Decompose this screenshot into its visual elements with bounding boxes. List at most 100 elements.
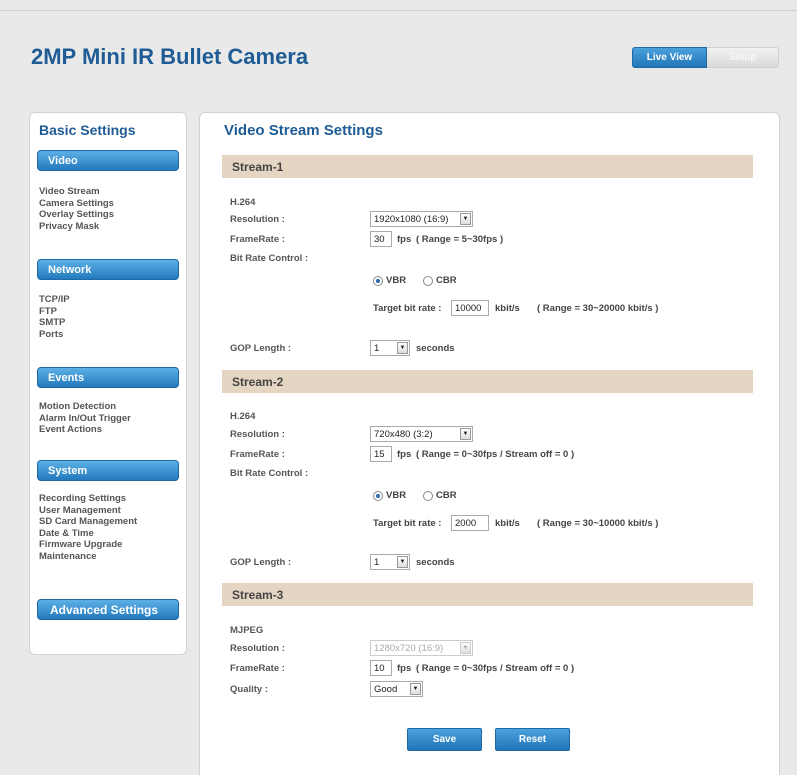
page-title: Video Stream Settings — [224, 122, 383, 139]
stream-3-framerate-input[interactable]: 10 — [370, 660, 392, 676]
nav-item-alarm-trigger[interactable]: Alarm In/Out Trigger — [39, 413, 131, 425]
save-button[interactable]: Save — [407, 728, 482, 751]
stream-2-kbits-unit: kbit/s — [495, 518, 520, 529]
stream-2-fps-range: ( Range = 0~30fps / Stream off = 0 ) — [416, 449, 575, 460]
radio-unselected-icon — [423, 490, 433, 501]
stream-2-resolution-select[interactable]: 720x480 (3:2) ▼ — [370, 426, 473, 442]
stream-3-quality-value: Good — [374, 683, 398, 695]
stream-2-cbr-label: CBR — [436, 490, 457, 501]
stream-1-gop-label: GOP Length : — [230, 343, 292, 354]
nav-item-overlay-settings[interactable]: Overlay Settings — [39, 209, 114, 221]
stream-3-framerate-label: FrameRate : — [230, 663, 285, 674]
stream-1-seconds-unit: seconds — [416, 343, 455, 354]
stream-2-gop-value: 1 — [374, 556, 380, 568]
stream-1-header: Stream-1 — [222, 155, 753, 178]
stream-3-quality-select[interactable]: Good ▼ — [370, 681, 423, 697]
nav-item-video-stream[interactable]: Video Stream — [39, 186, 114, 198]
sidebar: Basic Settings Video Video Stream Camera… — [29, 112, 187, 655]
video-section-button[interactable]: Video — [37, 150, 179, 171]
stream-1-codec: H.264 — [230, 197, 256, 208]
stream-1-resolution-label: Resolution : — [230, 214, 285, 225]
network-section-button[interactable]: Network — [37, 259, 179, 280]
stream-1-resolution-value: 1920x1080 (16:9) — [374, 213, 449, 225]
stream-1-fps-range: ( Range = 5~30fps ) — [416, 234, 504, 245]
stream-3-resolution-select[interactable]: 1280x720 (16:9) ▼ — [370, 640, 473, 656]
stream-3-resolution-label: Resolution : — [230, 643, 285, 654]
main-panel: Video Stream Settings Stream-1 H.264 Res… — [199, 112, 780, 775]
nav-item-event-actions[interactable]: Event Actions — [39, 424, 131, 436]
stream-2-framerate-input[interactable]: 15 — [370, 446, 392, 462]
stream-2-header: Stream-2 — [222, 370, 753, 393]
chevron-down-icon: ▼ — [460, 642, 471, 654]
nav-item-smtp[interactable]: SMTP — [39, 317, 70, 329]
stream-3-header: Stream-3 — [222, 583, 753, 606]
stream-1-framerate-label: FrameRate : — [230, 234, 285, 245]
radio-unselected-icon — [423, 275, 433, 286]
stream-1-target-bitrate-label: Target bit rate : — [373, 303, 442, 314]
setup-button[interactable]: Setup — [707, 47, 779, 68]
nav-item-recording-settings[interactable]: Recording Settings — [39, 493, 137, 505]
video-nav-list: Video Stream Camera Settings Overlay Set… — [39, 186, 114, 232]
stream-1-cbr-label: CBR — [436, 275, 457, 286]
reset-button[interactable]: Reset — [495, 728, 570, 751]
nav-item-ftp[interactable]: FTP — [39, 306, 70, 318]
chevron-down-icon: ▼ — [460, 213, 471, 225]
stream-2-bitrate-control-label: Bit Rate Control : — [230, 468, 309, 479]
nav-item-camera-settings[interactable]: Camera Settings — [39, 198, 114, 210]
stream-1-resolution-select[interactable]: 1920x1080 (16:9) ▼ — [370, 211, 473, 227]
stream-2-cbr-radio[interactable]: CBR — [423, 490, 457, 501]
nav-item-motion-detection[interactable]: Motion Detection — [39, 401, 131, 413]
app-title: 2MP Mini IR Bullet Camera — [31, 44, 309, 69]
stream-1-vbr-radio[interactable]: VBR — [373, 275, 406, 286]
nav-item-maintenance[interactable]: Maintenance — [39, 551, 137, 563]
stream-2-target-bitrate-input[interactable]: 2000 — [451, 515, 489, 531]
nav-item-ports[interactable]: Ports — [39, 329, 70, 341]
system-nav-list: Recording Settings User Management SD Ca… — [39, 493, 137, 562]
stream-1-cbr-radio[interactable]: CBR — [423, 275, 457, 286]
stream-2-target-bitrate-label: Target bit rate : — [373, 518, 442, 529]
stream-2-gop-label: GOP Length : — [230, 557, 292, 568]
events-section-button[interactable]: Events — [37, 367, 179, 388]
stream-2-framerate-label: FrameRate : — [230, 449, 285, 460]
chevron-down-icon: ▼ — [410, 683, 421, 695]
stream-3-fps-range: ( Range = 0~30fps / Stream off = 0 ) — [416, 663, 575, 674]
top-divider — [0, 10, 797, 11]
advanced-settings-button[interactable]: Advanced Settings — [37, 599, 179, 620]
stream-2-resolution-label: Resolution : — [230, 429, 285, 440]
nav-item-tcpip[interactable]: TCP/IP — [39, 294, 70, 306]
nav-item-privacy-mask[interactable]: Privacy Mask — [39, 221, 114, 233]
live-view-button[interactable]: Live View — [632, 47, 707, 68]
stream-2-vbr-label: VBR — [386, 490, 407, 501]
network-nav-list: TCP/IP FTP SMTP Ports — [39, 294, 70, 340]
nav-item-user-management[interactable]: User Management — [39, 505, 137, 517]
stream-3-resolution-value: 1280x720 (16:9) — [374, 642, 444, 654]
chevron-down-icon: ▼ — [397, 556, 408, 568]
radio-selected-icon — [373, 275, 383, 286]
stream-1-gop-value: 1 — [374, 342, 380, 354]
stream-3-codec: MJPEG — [230, 625, 264, 636]
stream-2-gop-select[interactable]: 1 ▼ — [370, 554, 410, 570]
system-section-button[interactable]: System — [37, 460, 179, 481]
nav-item-firmware-upgrade[interactable]: Firmware Upgrade — [39, 539, 137, 551]
events-nav-list: Motion Detection Alarm In/Out Trigger Ev… — [39, 401, 131, 436]
stream-2-fps-unit: fps — [397, 449, 412, 460]
sidebar-title: Basic Settings — [39, 122, 136, 138]
nav-item-sd-card-management[interactable]: SD Card Management — [39, 516, 137, 528]
stream-1-bitrate-range: ( Range = 30~20000 kbit/s ) — [537, 303, 659, 314]
stream-2-resolution-value: 720x480 (3:2) — [374, 428, 433, 440]
stream-2-vbr-radio[interactable]: VBR — [373, 490, 406, 501]
stream-1-framerate-input[interactable]: 30 — [370, 231, 392, 247]
stream-3-fps-unit: fps — [397, 663, 412, 674]
radio-selected-icon — [373, 490, 383, 501]
chevron-down-icon: ▼ — [397, 342, 408, 354]
chevron-down-icon: ▼ — [460, 428, 471, 440]
stream-1-kbits-unit: kbit/s — [495, 303, 520, 314]
nav-item-date-time[interactable]: Date & Time — [39, 528, 137, 540]
stream-2-bitrate-range: ( Range = 30~10000 kbit/s ) — [537, 518, 659, 529]
stream-1-vbr-label: VBR — [386, 275, 407, 286]
stream-3-quality-label: Quality : — [230, 684, 269, 695]
stream-1-bitrate-control-label: Bit Rate Control : — [230, 253, 309, 264]
stream-1-target-bitrate-input[interactable]: 10000 — [451, 300, 489, 316]
stream-1-fps-unit: fps — [397, 234, 412, 245]
stream-1-gop-select[interactable]: 1 ▼ — [370, 340, 410, 356]
